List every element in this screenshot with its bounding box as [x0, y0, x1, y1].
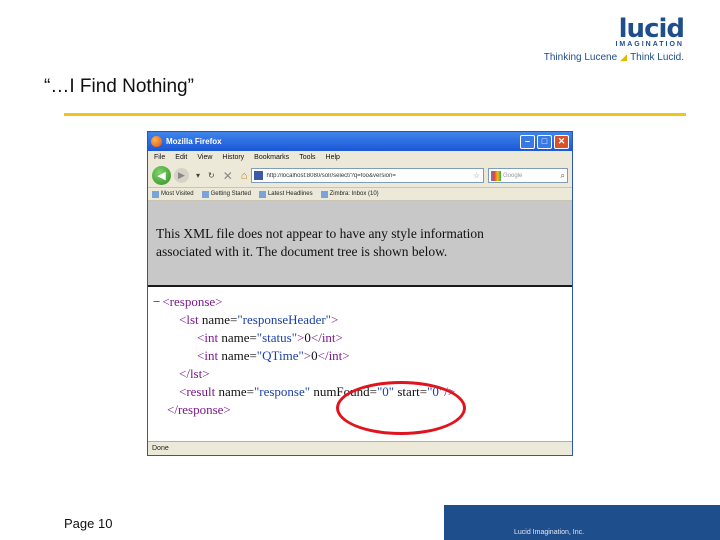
- status-bar: Done: [148, 441, 572, 455]
- notice-line-1: This XML file does not appear to have an…: [156, 226, 484, 241]
- num-found-highlight-circle: [336, 381, 466, 435]
- url-bar[interactable]: http://localhost:8080/solr/select/?q=foo…: [251, 168, 484, 183]
- site-icon: [254, 171, 264, 180]
- rss-icon: [258, 190, 266, 198]
- slide-title: “…I Find Nothing”: [44, 76, 194, 97]
- xml-line-lst-open: <lst name="responseHeader">: [153, 311, 572, 329]
- google-icon: [491, 170, 501, 181]
- xml-attr: name=: [201, 312, 238, 327]
- menu-edit[interactable]: Edit: [175, 154, 187, 161]
- xml-value: "responseHeader": [237, 312, 331, 327]
- title-rule: [64, 113, 686, 116]
- bookmark-label: Zimbra: Inbox (10): [329, 191, 379, 197]
- xml-tag: <response>: [162, 294, 223, 309]
- xml-line-int-qtime: <int name="QTime">0</int>: [153, 347, 572, 365]
- forward-button[interactable]: ▶: [174, 168, 189, 183]
- tagline: Thinking Lucene ◢ Think Lucid.: [544, 52, 684, 63]
- reload-icon[interactable]: ↻: [208, 171, 215, 180]
- bookmark-getting-started[interactable]: Getting Started: [201, 190, 251, 198]
- logo-sub: IMAGINATION: [615, 41, 684, 48]
- xml-style-notice: This XML file does not appear to have an…: [148, 201, 572, 287]
- menu-help[interactable]: Help: [326, 154, 340, 161]
- bookmark-zimbra[interactable]: Zimbra: Inbox (10): [320, 190, 379, 198]
- back-button[interactable]: ◀: [152, 166, 171, 185]
- search-icon[interactable]: ⌕: [561, 171, 565, 181]
- xml-tag: </int>: [310, 330, 343, 345]
- history-dropdown-icon[interactable]: ▾: [196, 171, 200, 180]
- bookmark-star-icon[interactable]: ☆: [473, 171, 480, 180]
- xml-tag: <lst: [179, 312, 199, 327]
- notice-line-2: associated with it. The document tree is…: [156, 244, 448, 259]
- maximize-button[interactable]: □: [537, 134, 552, 149]
- menu-tools[interactable]: Tools: [299, 154, 315, 161]
- bookmark-label: Getting Started: [210, 191, 251, 197]
- xml-tag: <int: [197, 330, 219, 345]
- bookmark-icon: [320, 190, 328, 198]
- menu-file[interactable]: File: [154, 154, 165, 161]
- menubar: File Edit View History Bookmarks Tools H…: [148, 151, 572, 164]
- arrow-icon: ◢: [620, 52, 628, 62]
- xml-line-response-open: − <response>: [153, 293, 572, 311]
- xml-value: "status": [256, 330, 298, 345]
- tagline-right: Think Lucid.: [630, 52, 684, 63]
- xml-attr: name=: [221, 348, 257, 363]
- footer-company: Lucid Imagination, Inc.: [514, 529, 585, 536]
- bookmark-label: Latest Headlines: [267, 191, 313, 197]
- url-text: http://localhost:8080/solr/select/?q=foo…: [266, 172, 396, 179]
- bookmark-latest-headlines[interactable]: Latest Headlines: [258, 190, 313, 198]
- collapse-toggle[interactable]: −: [153, 294, 160, 309]
- menu-bookmarks[interactable]: Bookmarks: [254, 154, 289, 161]
- xml-tag: <result: [179, 384, 216, 399]
- xml-value: "QTime": [256, 348, 304, 363]
- bookmark-icon: [152, 190, 159, 198]
- bookmarks-toolbar: Most Visited Getting Started Latest Head…: [148, 188, 572, 201]
- xml-tag: </lst>: [179, 366, 210, 381]
- xml-tag: </int>: [317, 348, 350, 363]
- lucid-logo: lucid IMAGINATION: [615, 14, 685, 48]
- tagline-left: Thinking Lucene: [543, 52, 618, 63]
- search-input[interactable]: Google ⌕: [488, 168, 568, 183]
- xml-attr: name=: [221, 330, 257, 345]
- logo-word: lucid: [618, 14, 685, 44]
- bookmark-icon: [201, 190, 209, 198]
- home-icon[interactable]: ⌂: [241, 170, 248, 182]
- navigation-toolbar: ◀ ▶ ▾ ↻ ✕ ⌂ http://localhost:8080/solr/s…: [148, 164, 572, 188]
- search-placeholder: Google: [503, 172, 523, 179]
- close-button[interactable]: ✕: [554, 134, 569, 149]
- bookmark-most-visited[interactable]: Most Visited: [152, 190, 194, 198]
- xml-tag: >: [331, 312, 339, 327]
- xml-line-lst-close: </lst>: [153, 365, 572, 383]
- window-title: Mozilla Firefox: [166, 137, 222, 146]
- footer-bar: Lucid Imagination, Inc.: [444, 505, 720, 540]
- xml-line-int-status: <int name="status">0</int>: [153, 329, 572, 347]
- bookmark-label: Most Visited: [161, 191, 194, 197]
- xml-value: "response": [253, 384, 311, 399]
- minimize-button[interactable]: –: [520, 134, 535, 149]
- stop-icon[interactable]: ✕: [223, 169, 233, 183]
- firefox-icon: [151, 136, 162, 147]
- menu-view[interactable]: View: [197, 154, 212, 161]
- page-number: Page 10: [64, 516, 113, 531]
- xml-attr: name=: [218, 384, 254, 399]
- titlebar: Mozilla Firefox – □ ✕: [148, 132, 572, 151]
- xml-tag: </response>: [167, 402, 231, 417]
- xml-tag: <int: [197, 348, 219, 363]
- menu-history[interactable]: History: [222, 154, 244, 161]
